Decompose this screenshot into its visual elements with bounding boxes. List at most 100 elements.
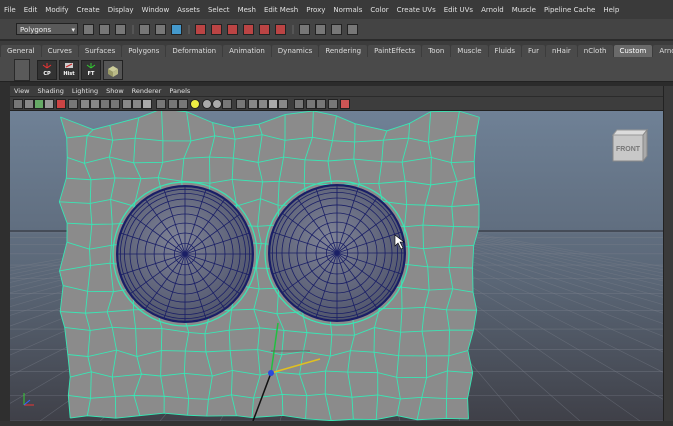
select-hierarchy-icon[interactable] (139, 23, 150, 35)
snap-grid-icon[interactable] (195, 23, 206, 35)
panel-tool-icon[interactable] (156, 99, 166, 109)
shelf-tab[interactable]: Animation (223, 45, 271, 57)
shelf-tab[interactable]: Rendering (319, 45, 368, 57)
panel-tool-icon[interactable] (34, 99, 44, 109)
select-component-icon[interactable] (171, 23, 182, 35)
ipr-render-icon[interactable] (315, 23, 326, 35)
save-scene-icon[interactable] (115, 23, 126, 35)
shelf-tab[interactable]: Curves (41, 45, 78, 57)
shelf-tab[interactable]: PaintEffects (368, 45, 422, 57)
menu-item[interactable]: Edit (20, 6, 42, 14)
shelf-tab[interactable]: Toon (422, 45, 451, 57)
panel-tool-icon[interactable] (68, 99, 78, 109)
shelf-tab[interactable]: General (1, 45, 41, 57)
panel-tool-icon[interactable] (306, 99, 316, 109)
snap-surface-icon[interactable] (259, 23, 270, 35)
menu-item[interactable]: Window (138, 6, 174, 14)
shelf-tab[interactable]: Arnold (653, 45, 673, 57)
select-object-icon[interactable] (155, 23, 166, 35)
menu-item[interactable]: Modify (41, 6, 72, 14)
menu-item[interactable]: Display (104, 6, 138, 14)
menu-item[interactable]: Mesh (234, 6, 260, 14)
shelf-button-cube[interactable] (103, 60, 123, 80)
panel-menu-item[interactable]: Shading (33, 87, 67, 95)
menu-item[interactable]: Assets (173, 6, 204, 14)
shelf-tab[interactable]: Custom (613, 45, 653, 57)
shelf-menu-icon[interactable] (14, 59, 30, 81)
mode-selector[interactable]: Polygons (16, 23, 78, 36)
panel-tool-icon[interactable] (294, 99, 304, 109)
make-live-icon[interactable] (275, 23, 286, 35)
menu-item[interactable]: Create UVs (393, 6, 440, 14)
render-settings-icon[interactable] (331, 23, 342, 35)
shelf-button-cp[interactable]: CP (37, 60, 57, 80)
panel-tool-icon[interactable] (56, 99, 66, 109)
panel-tool-icon[interactable] (268, 99, 278, 109)
open-scene-icon[interactable] (99, 23, 110, 35)
snap-curve-icon[interactable] (211, 23, 222, 35)
panel-tool-icon[interactable] (132, 99, 142, 109)
shelf-tab[interactable]: Dynamics (271, 45, 319, 57)
panel-tool-icon[interactable] (340, 99, 350, 109)
panel-menu-item[interactable]: Lighting (68, 87, 102, 95)
menu-item[interactable]: Color (366, 6, 392, 14)
panel-tool-icon[interactable] (90, 99, 100, 109)
panel-tool-icon[interactable] (248, 99, 258, 109)
panel-tool-icon[interactable] (13, 99, 23, 109)
panel-tool-icon[interactable] (258, 99, 268, 109)
panel-tool-icon[interactable] (178, 99, 188, 109)
snap-view-icon[interactable] (243, 23, 254, 35)
panel-tool-icon[interactable] (44, 99, 54, 109)
shelf-tab[interactable]: Muscle (451, 45, 488, 57)
shelf-tab[interactable]: nCloth (577, 45, 613, 57)
shelf-tab[interactable]: Polygons (122, 45, 166, 57)
shelf-tab[interactable]: Surfaces (78, 45, 122, 57)
viewport[interactable]: FRONT (10, 111, 663, 421)
panel-tool-icon[interactable] (212, 99, 222, 109)
panel-tool-icon[interactable] (190, 99, 200, 109)
shelf-button-ft[interactable]: FT (81, 60, 101, 80)
panel-tool-icon[interactable] (122, 99, 132, 109)
panel-tool-icon[interactable] (222, 99, 232, 109)
panel-tool-icon[interactable] (168, 99, 178, 109)
main-menu-bar: File Edit Modify Create Display Window Assets S… (0, 0, 673, 19)
menu-item[interactable]: Proxy (302, 6, 329, 14)
panel-tool-icon[interactable] (80, 99, 90, 109)
history-icon (65, 63, 73, 68)
axis-icon (86, 63, 96, 69)
panel-tool-icon[interactable] (236, 99, 246, 109)
panel-tool-icon[interactable] (328, 99, 338, 109)
shelf-tab[interactable]: Fur (521, 45, 545, 57)
panel-tool-icon[interactable] (316, 99, 326, 109)
panel-menu-item[interactable]: Renderer (128, 87, 166, 95)
menu-item[interactable]: Create (72, 6, 103, 14)
menu-item[interactable]: Edit Mesh (260, 6, 302, 14)
render-icon[interactable] (299, 23, 310, 35)
menu-item[interactable]: Select (204, 6, 234, 14)
panel-menu-item[interactable]: Show (102, 87, 128, 95)
panel-tool-icon[interactable] (202, 99, 212, 109)
menu-item[interactable]: Pipeline Cache (540, 6, 599, 14)
panel-tool-icon[interactable] (24, 99, 34, 109)
hypershade-icon[interactable] (347, 23, 358, 35)
new-scene-icon[interactable] (83, 23, 94, 35)
panel-tool-icon[interactable] (278, 99, 288, 109)
menu-item[interactable]: Arnold (477, 6, 508, 14)
view-cube[interactable]: FRONT (611, 128, 649, 163)
menu-item[interactable]: Help (599, 6, 623, 14)
shelf-tab[interactable]: nHair (545, 45, 577, 57)
snap-point-icon[interactable] (227, 23, 238, 35)
panel-tool-icon[interactable] (110, 99, 120, 109)
menu-item[interactable]: Edit UVs (440, 6, 477, 14)
menu-item[interactable]: File (0, 6, 20, 14)
viewport-canvas[interactable]: FRONT (10, 111, 663, 421)
menu-item[interactable]: Normals (329, 6, 366, 14)
panel-tool-icon[interactable] (100, 99, 110, 109)
menu-item[interactable]: Muscle (508, 6, 540, 14)
shelf-tab[interactable]: Deformation (166, 45, 223, 57)
panel-tool-icon[interactable] (142, 99, 152, 109)
shelf-tab[interactable]: Fluids (488, 45, 521, 57)
shelf-button-hist[interactable]: Hist (59, 60, 79, 80)
panel-menu-item[interactable]: View (10, 87, 33, 95)
panel-menu-item[interactable]: Panels (165, 87, 194, 95)
